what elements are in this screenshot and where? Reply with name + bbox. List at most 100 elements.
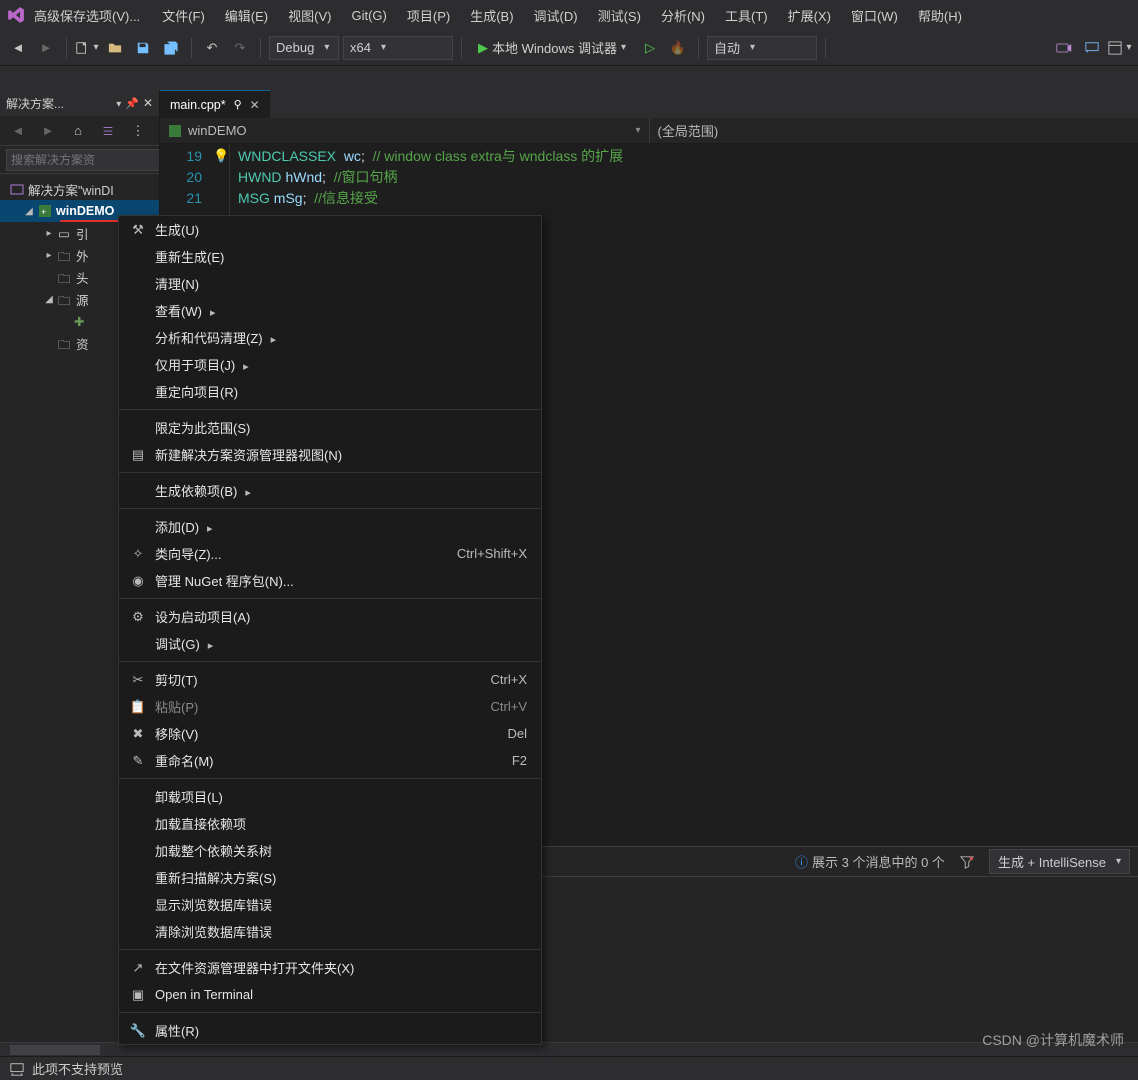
pin-icon[interactable]: ⚲ <box>234 98 242 111</box>
tab-main-cpp[interactable]: main.cpp* ⚲ ✕ <box>160 90 270 118</box>
context-menu-item[interactable]: 重新扫描解决方案(S) <box>119 864 541 891</box>
menu-item[interactable]: 窗口(W) <box>841 3 908 28</box>
run-label: 本地 Windows 调试器 <box>492 38 617 57</box>
expand-icon[interactable]: ◢ <box>44 294 54 305</box>
new-item-icon[interactable] <box>75 36 99 60</box>
context-menu-item[interactable]: ✧类向导(Z)...Ctrl+Shift+X <box>119 540 541 567</box>
context-menu-label: 限定为此范围(S) <box>149 418 527 437</box>
crumb-scope[interactable]: (全局范围) <box>649 118 1138 143</box>
scrollbar-thumb[interactable] <box>10 1045 100 1055</box>
context-menu-item[interactable]: 重定向项目(R) <box>119 378 541 405</box>
lightbulb-icon[interactable]: 💡 <box>213 145 229 166</box>
context-menu-item[interactable]: 加载直接依赖项 <box>119 810 541 837</box>
context-menu-item[interactable]: 重新生成(E) <box>119 243 541 270</box>
save-all-icon[interactable] <box>159 36 183 60</box>
filter-icon[interactable] <box>955 850 979 874</box>
expand-icon[interactable]: ▸ <box>44 228 54 239</box>
menu-item[interactable]: 扩展(X) <box>778 3 841 28</box>
pin-icon[interactable]: 📌 <box>125 97 139 110</box>
menu-item[interactable]: 文件(F) <box>152 3 215 28</box>
platform-dropdown[interactable]: x64 <box>343 36 453 60</box>
menu-item[interactable]: 分析(N) <box>651 3 715 28</box>
auto-dropdown[interactable]: 自动 <box>707 36 817 60</box>
live-share-icon[interactable] <box>1052 36 1076 60</box>
solution-search-input[interactable] <box>6 149 160 171</box>
context-menu-item[interactable]: ✖移除(V)Del <box>119 720 541 747</box>
save-icon[interactable] <box>131 36 155 60</box>
context-menu-item[interactable]: 仅用于项目(J) <box>119 351 541 378</box>
context-menu-item[interactable]: ✂剪切(T)Ctrl+X <box>119 666 541 693</box>
context-menu-label: 生成依赖项(B) <box>149 481 527 500</box>
solution-root[interactable]: 解决方案"winDI <box>0 178 159 200</box>
sync-icon[interactable] <box>96 119 120 143</box>
menu-item[interactable]: 工具(T) <box>715 3 778 28</box>
project-label: winDEMO <box>56 204 114 218</box>
context-menu-item[interactable]: ⚙设为启动项目(A) <box>119 603 541 630</box>
close-icon[interactable]: ✕ <box>143 96 153 110</box>
context-menu-label: 清理(N) <box>149 274 527 293</box>
menu-item[interactable]: 视图(V) <box>278 3 341 28</box>
context-menu-item[interactable]: ◉管理 NuGet 程序包(N)... <box>119 567 541 594</box>
context-menu-item[interactable]: 生成依赖项(B) <box>119 477 541 504</box>
menu-item[interactable]: 帮助(H) <box>908 3 972 28</box>
separator <box>825 38 826 58</box>
panel-options-icon[interactable] <box>112 96 121 110</box>
context-menu-item[interactable]: 调试(G) <box>119 630 541 657</box>
menu-item[interactable]: Git(G) <box>341 5 396 26</box>
close-icon[interactable]: ✕ <box>250 98 260 112</box>
undo-icon[interactable]: ↶ <box>200 36 224 60</box>
context-menu-item[interactable]: 添加(D) <box>119 513 541 540</box>
context-menu-item[interactable]: 查看(W) <box>119 297 541 324</box>
context-menu-item[interactable]: ⚒生成(U) <box>119 216 541 243</box>
solution-root-label: 解决方案"winDI <box>28 180 114 199</box>
nav-fwd-icon: ► <box>34 36 58 60</box>
play-no-debug-icon[interactable]: ▷ <box>638 36 662 60</box>
run-button[interactable]: ▶ 本地 Windows 调试器 ▾ <box>470 35 634 61</box>
open-folder-icon: ↗ <box>127 960 149 976</box>
cut-icon: ✂ <box>127 672 149 688</box>
folder-icon: 🗀 <box>58 270 72 284</box>
config-dropdown[interactable]: Debug <box>269 36 339 60</box>
shortcut-label: F2 <box>512 753 527 768</box>
menu-item[interactable]: 生成(B) <box>460 3 523 28</box>
separator <box>698 38 699 58</box>
expand-icon[interactable]: ◢ <box>24 206 34 217</box>
context-menu-item[interactable]: ▣Open in Terminal <box>119 981 541 1008</box>
context-menu-label: 剪切(T) <box>149 670 491 689</box>
breadcrumb: winDEMO ▾ (全局范围) <box>160 118 1138 144</box>
terminal-icon: ▣ <box>127 987 149 1003</box>
context-menu-label: 卸载项目(L) <box>149 787 527 806</box>
context-menu-item[interactable]: ✎重命名(M)F2 <box>119 747 541 774</box>
crumb-project[interactable]: winDEMO ▾ <box>160 118 649 143</box>
nav-back-icon[interactable]: ◄ <box>6 36 30 60</box>
feedback-icon[interactable] <box>1080 36 1104 60</box>
context-menu-item[interactable]: 加载整个依赖关系树 <box>119 837 541 864</box>
menu-item[interactable]: 测试(S) <box>588 3 651 28</box>
context-menu-item[interactable]: 🔧属性(R) <box>119 1017 541 1044</box>
build-icon: ⚒ <box>127 222 149 238</box>
context-menu-item[interactable]: 清理(N) <box>119 270 541 297</box>
menu-item[interactable]: 项目(P) <box>397 3 460 28</box>
context-menu-item: 📋粘贴(P)Ctrl+V <box>119 693 541 720</box>
context-menu-item[interactable]: 清除浏览数据库错误 <box>119 918 541 945</box>
solution-panel-header[interactable]: 解决方案... 📌 ✕ <box>0 90 159 116</box>
remove-icon: ✖ <box>127 726 149 742</box>
context-menu-label: 生成(U) <box>149 220 527 239</box>
open-icon[interactable] <box>103 36 127 60</box>
more-icon[interactable]: ⋮ <box>126 119 150 143</box>
context-menu-item[interactable]: 限定为此范围(S) <box>119 414 541 441</box>
svg-text:+: + <box>41 207 46 217</box>
context-menu-item[interactable]: ▤新建解决方案资源管理器视图(N) <box>119 441 541 468</box>
gear-icon: ⚙ <box>127 609 149 625</box>
context-menu-item[interactable]: 卸载项目(L) <box>119 783 541 810</box>
error-source-dropdown[interactable]: 生成 + IntelliSense <box>989 849 1130 874</box>
context-menu-item[interactable]: ↗在文件资源管理器中打开文件夹(X) <box>119 954 541 981</box>
home-icon[interactable]: ⌂ <box>66 119 90 143</box>
expand-icon[interactable]: ▸ <box>44 250 54 261</box>
solution-toolbar: ◄ ► ⌂ ⋮ <box>0 116 159 146</box>
context-menu-item[interactable]: 分析和代码清理(Z) <box>119 324 541 351</box>
menu-item[interactable]: 调试(D) <box>524 3 588 28</box>
context-menu-item[interactable]: 显示浏览数据库错误 <box>119 891 541 918</box>
window-layout-icon[interactable] <box>1108 36 1132 60</box>
menu-item[interactable]: 编辑(E) <box>215 3 278 28</box>
